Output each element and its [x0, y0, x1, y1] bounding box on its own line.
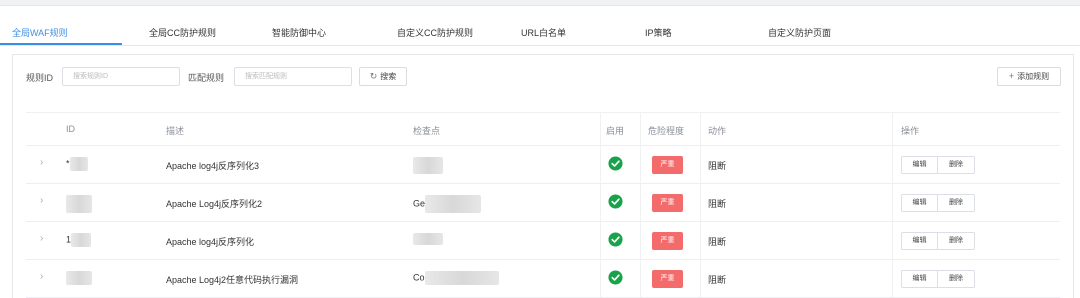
header-danger-level: 危险程度	[648, 126, 685, 136]
row-check-point	[413, 233, 443, 245]
danger-badge: 严重	[652, 194, 683, 212]
row-operations: 编辑 删除	[901, 194, 975, 212]
edit-button[interactable]: 编辑	[901, 232, 938, 250]
check-circle-icon	[608, 232, 623, 247]
delete-button[interactable]: 删除	[938, 156, 975, 174]
row-id	[66, 271, 92, 285]
row-action: 阻断	[708, 275, 727, 285]
redacted-block	[69, 157, 88, 171]
tab-global-cc[interactable]: 全局CC防护规则	[149, 26, 216, 39]
row-check-point: Ge	[413, 195, 482, 213]
table-row[interactable]: › Apache Log4j反序列化2 Ge 严重 阻断 编辑 删除	[26, 184, 1060, 222]
search-button-label: 搜索	[380, 72, 397, 81]
row-description: Apache Log4j反序列化2	[166, 199, 263, 209]
refresh-icon: ↻	[369, 71, 378, 81]
row-check-point: Co	[413, 271, 499, 285]
danger-badge: 严重	[652, 156, 683, 174]
add-rule-button-label: 添加规则	[1017, 72, 1050, 81]
chevron-right-icon[interactable]: ›	[40, 195, 43, 206]
row-action: 阻断	[708, 199, 727, 209]
row-check-text: Ge	[413, 198, 426, 209]
table-header: ID 描述 检查点 启用 危险程度 动作 操作	[26, 113, 1060, 146]
rule-id-label: 规则ID	[26, 73, 54, 83]
edit-button[interactable]: 编辑	[901, 156, 938, 174]
row-action: 阻断	[708, 237, 727, 247]
table-row[interactable]: › * Apache log4j反序列化3 严重 阻断 编辑 删除	[26, 146, 1060, 184]
row-id	[66, 195, 92, 213]
redacted-block	[413, 233, 443, 245]
table-row[interactable]: › 1 Apache log4j反序列化 严重 阻断 编辑 删除	[26, 222, 1060, 260]
header-description: 描述	[166, 126, 185, 136]
row-action: 阻断	[708, 161, 727, 171]
header-action: 动作	[708, 126, 727, 136]
row-description: Apache log4j反序列化	[166, 237, 255, 247]
delete-button[interactable]: 删除	[938, 270, 975, 288]
rule-id-input[interactable]: 搜索规则ID	[62, 67, 180, 86]
search-button[interactable]: ↻ 搜索	[359, 67, 407, 86]
check-circle-icon	[608, 194, 623, 209]
check-circle-icon	[608, 270, 623, 285]
chevron-right-icon[interactable]: ›	[40, 233, 43, 244]
row-operations: 编辑 删除	[901, 270, 975, 288]
tab-custom-page[interactable]: 自定义防护页面	[768, 26, 831, 39]
edit-button[interactable]: 编辑	[901, 270, 938, 288]
row-operations: 编辑 删除	[901, 156, 975, 174]
redacted-block	[66, 271, 92, 285]
row-check-point	[413, 157, 443, 174]
row-operations: 编辑 删除	[901, 232, 975, 250]
chevron-right-icon[interactable]: ›	[40, 271, 43, 282]
check-circle-icon	[608, 156, 623, 171]
header-check-point: 检查点	[413, 126, 441, 136]
tab-bar: 全局WAF规则 全局CC防护规则 智能防御中心 自定义CC防护规则 URL白名单…	[0, 14, 1080, 46]
top-border	[0, 0, 1080, 6]
redacted-block	[66, 195, 92, 213]
add-rule-button[interactable]: + 添加规则	[997, 67, 1061, 86]
header-operations: 操作	[901, 126, 920, 136]
row-description: Apache Log4j2任意代码执行漏洞	[166, 275, 299, 285]
table-row[interactable]: › Apache Log4j2任意代码执行漏洞 Co 严重 阻断 编辑 删除	[26, 260, 1060, 298]
redacted-block	[425, 195, 482, 213]
redacted-block	[71, 233, 92, 247]
tab-divider	[0, 45, 1080, 46]
row-description: Apache log4j反序列化3	[166, 161, 260, 171]
tab-url-whitelist[interactable]: URL白名单	[521, 26, 566, 39]
danger-badge: 严重	[652, 270, 683, 288]
delete-button[interactable]: 删除	[938, 194, 975, 212]
chevron-right-icon[interactable]: ›	[40, 157, 43, 168]
tab-global-waf[interactable]: 全局WAF规则	[12, 26, 68, 39]
plus-icon: +	[1008, 71, 1015, 81]
tab-custom-cc[interactable]: 自定义CC防护规则	[397, 26, 473, 39]
row-id: 1	[66, 233, 92, 247]
row-id-text: *	[66, 158, 70, 169]
redacted-block	[413, 157, 443, 174]
header-id: ID	[66, 124, 75, 134]
row-check-text: Co	[413, 272, 425, 283]
delete-button[interactable]: 删除	[938, 232, 975, 250]
redacted-block	[424, 271, 499, 285]
danger-badge: 严重	[652, 232, 683, 250]
match-rule-input[interactable]: 搜索匹配规则	[234, 67, 352, 86]
edit-button[interactable]: 编辑	[901, 194, 938, 212]
tab-smart-defense[interactable]: 智能防御中心	[272, 26, 326, 39]
rules-table: ID 描述 检查点 启用 危险程度 动作 操作 › * Apache log4j…	[26, 112, 1060, 298]
row-id: *	[66, 157, 88, 171]
header-enabled: 启用	[606, 126, 625, 136]
tab-ip-policy[interactable]: IP策略	[645, 26, 672, 39]
match-rule-label: 匹配规则	[188, 73, 225, 83]
